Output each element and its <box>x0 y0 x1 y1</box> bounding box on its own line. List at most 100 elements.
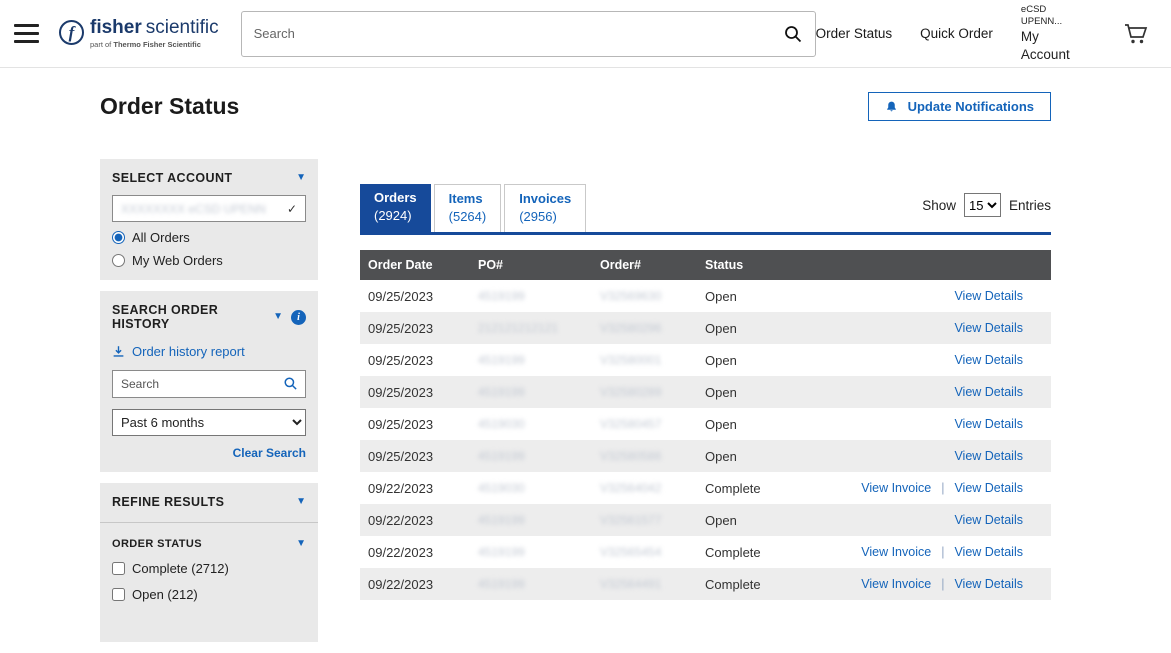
my-account-menu[interactable]: eCSD UPENN... My Account <box>1021 4 1083 64</box>
order-number-cell: V32561577 <box>600 513 705 527</box>
po-number-cell: 4519199 <box>478 513 600 527</box>
tab-orders[interactable]: Orders (2924) <box>360 184 431 232</box>
order-date-cell: 09/25/2023 <box>368 353 478 368</box>
brand-text: fisherscientific part of Thermo Fisher S… <box>90 18 219 49</box>
quick-order-link[interactable]: Quick Order <box>920 26 993 41</box>
order-number-cell: V32564491 <box>600 577 705 591</box>
po-number-cell: 4519030 <box>478 481 600 495</box>
header-links: Order Status Quick Order eCSD UPENN... M… <box>816 4 1149 64</box>
search-order-history-header[interactable]: SEARCH ORDER HISTORY ▼ i <box>112 303 306 331</box>
results-tabs: Orders (2924) Items (5264) Invoices (295… <box>360 184 586 232</box>
orders-table: Order DatePO#Order#Status 09/25/2023 451… <box>360 250 1051 600</box>
info-icon[interactable]: i <box>291 310 306 325</box>
status-cell: Open <box>705 449 954 464</box>
status-filter-checkbox[interactable] <box>112 588 125 601</box>
table-column-header: PO# <box>478 258 600 272</box>
order-number-cell: V32565454 <box>600 545 705 559</box>
account-select[interactable]: XXXXXXXX eCSD UPENN ✓ <box>112 195 306 222</box>
status-cell: Complete <box>705 481 861 496</box>
table-row: 09/22/2023 4519030 V32564042 Complete Vi… <box>360 472 1051 504</box>
row-actions: View Details <box>954 417 1051 431</box>
cart-icon[interactable] <box>1123 22 1149 46</box>
brand-name-light: scientific <box>146 17 219 38</box>
po-number-cell: 4519030 <box>478 417 600 431</box>
view-details-link[interactable]: View Details <box>954 289 1023 303</box>
table-row: 09/25/2023 212121212121 V32580296 Open V… <box>360 312 1051 344</box>
po-number-cell: 4519199 <box>478 289 600 303</box>
entries-per-page-select[interactable]: 15 <box>964 193 1001 217</box>
view-invoice-link[interactable]: View Invoice <box>861 545 931 559</box>
orders-table-body: 09/25/2023 4519199 V32569630 Open View D… <box>360 280 1051 600</box>
status-filter-row[interactable]: Complete (2712) <box>112 561 306 576</box>
order-number-cell: V32569630 <box>600 289 705 303</box>
view-details-link[interactable]: View Details <box>954 353 1023 367</box>
po-number-cell: 4519199 <box>478 577 600 591</box>
order-status-link[interactable]: Order Status <box>816 26 893 41</box>
row-actions: View Details <box>954 449 1051 463</box>
view-details-link[interactable]: View Details <box>954 513 1023 527</box>
order-history-search <box>112 370 306 398</box>
table-row: 09/22/2023 4519199 V32561577 Open View D… <box>360 504 1051 536</box>
my-account-label: My Account <box>1021 28 1083 63</box>
po-number-cell: 212121212121 <box>478 321 600 335</box>
order-date-cell: 09/22/2023 <box>368 545 478 560</box>
update-notifications-button[interactable]: Update Notifications <box>868 92 1051 121</box>
chevron-down-icon[interactable]: ▼ <box>296 539 306 549</box>
order-date-cell: 09/22/2023 <box>368 577 478 592</box>
status-cell: Open <box>705 513 954 528</box>
po-number-cell: 4519199 <box>478 353 600 367</box>
global-search <box>241 11 816 57</box>
status-filter-checkbox[interactable] <box>112 562 125 575</box>
row-actions: View Invoice | View Details <box>861 577 1051 591</box>
panel-divider <box>100 522 318 523</box>
tab-items[interactable]: Items (5264) <box>434 184 502 232</box>
view-details-link[interactable]: View Details <box>954 481 1023 495</box>
status-filter-row[interactable]: Open (212) <box>112 587 306 602</box>
view-details-link[interactable]: View Details <box>954 577 1023 591</box>
view-details-link[interactable]: View Details <box>954 385 1023 399</box>
order-date-cell: 09/25/2023 <box>368 417 478 432</box>
row-actions: View Details <box>954 321 1051 335</box>
order-status-filter-title: ORDER STATUS <box>112 538 202 550</box>
view-details-link[interactable]: View Details <box>954 417 1023 431</box>
view-details-link[interactable]: View Details <box>954 545 1023 559</box>
search-icon[interactable] <box>783 24 803 49</box>
date-range-select[interactable]: Past 6 months <box>112 409 306 436</box>
select-account-header[interactable]: SELECT ACCOUNT ▼ <box>112 171 306 185</box>
refine-results-header[interactable]: REFINE RESULTS ▼ <box>112 495 306 509</box>
chevron-down-icon[interactable]: ▼ <box>296 173 306 183</box>
all-orders-radio[interactable] <box>112 231 125 244</box>
view-invoice-link[interactable]: View Invoice <box>861 481 931 495</box>
all-orders-radio-row[interactable]: All Orders <box>112 230 306 245</box>
table-row: 09/22/2023 4519199 V32564491 Complete Vi… <box>360 568 1051 600</box>
chevron-down-icon[interactable]: ▼ <box>296 497 306 507</box>
tab-invoices[interactable]: Invoices (2956) <box>504 184 586 232</box>
page-title-row: Order Status Update Notifications <box>100 92 1051 121</box>
orders-table-header: Order DatePO#Order#Status <box>360 250 1051 280</box>
status-filter-label: Open (212) <box>132 587 198 602</box>
order-number-cell: V32580586 <box>600 449 705 463</box>
search-icon[interactable] <box>283 376 298 396</box>
hamburger-menu-icon[interactable] <box>14 24 39 43</box>
order-status-filter-header[interactable]: ORDER STATUS ▼ <box>112 538 306 550</box>
order-history-report-link[interactable]: Order history report <box>112 344 306 359</box>
order-history-search-input[interactable] <box>112 370 306 398</box>
fisher-scientific-logo[interactable]: f fisherscientific part of Thermo Fisher… <box>59 18 219 49</box>
actions-divider: | <box>941 545 944 559</box>
checkmark-icon: ✓ <box>287 202 297 216</box>
filters-sidebar: SELECT ACCOUNT ▼ XXXXXXXX eCSD UPENN ✓ A… <box>100 159 318 653</box>
view-details-link[interactable]: View Details <box>954 321 1023 335</box>
view-details-link[interactable]: View Details <box>954 449 1023 463</box>
select-account-title: SELECT ACCOUNT <box>112 171 232 185</box>
search-input[interactable] <box>241 11 816 57</box>
view-invoice-link[interactable]: View Invoice <box>861 577 931 591</box>
chevron-down-icon[interactable]: ▼ <box>273 312 283 322</box>
clear-search-link[interactable]: Clear Search <box>112 446 306 460</box>
fisher-f-logo-icon: f <box>59 20 84 45</box>
po-number-cell: 4519199 <box>478 385 600 399</box>
status-cell: Open <box>705 385 954 400</box>
my-web-orders-radio-row[interactable]: My Web Orders <box>112 253 306 268</box>
page-content: SELECT ACCOUNT ▼ XXXXXXXX eCSD UPENN ✓ A… <box>100 159 1051 653</box>
my-web-orders-radio[interactable] <box>112 254 125 267</box>
order-date-cell: 09/22/2023 <box>368 513 478 528</box>
